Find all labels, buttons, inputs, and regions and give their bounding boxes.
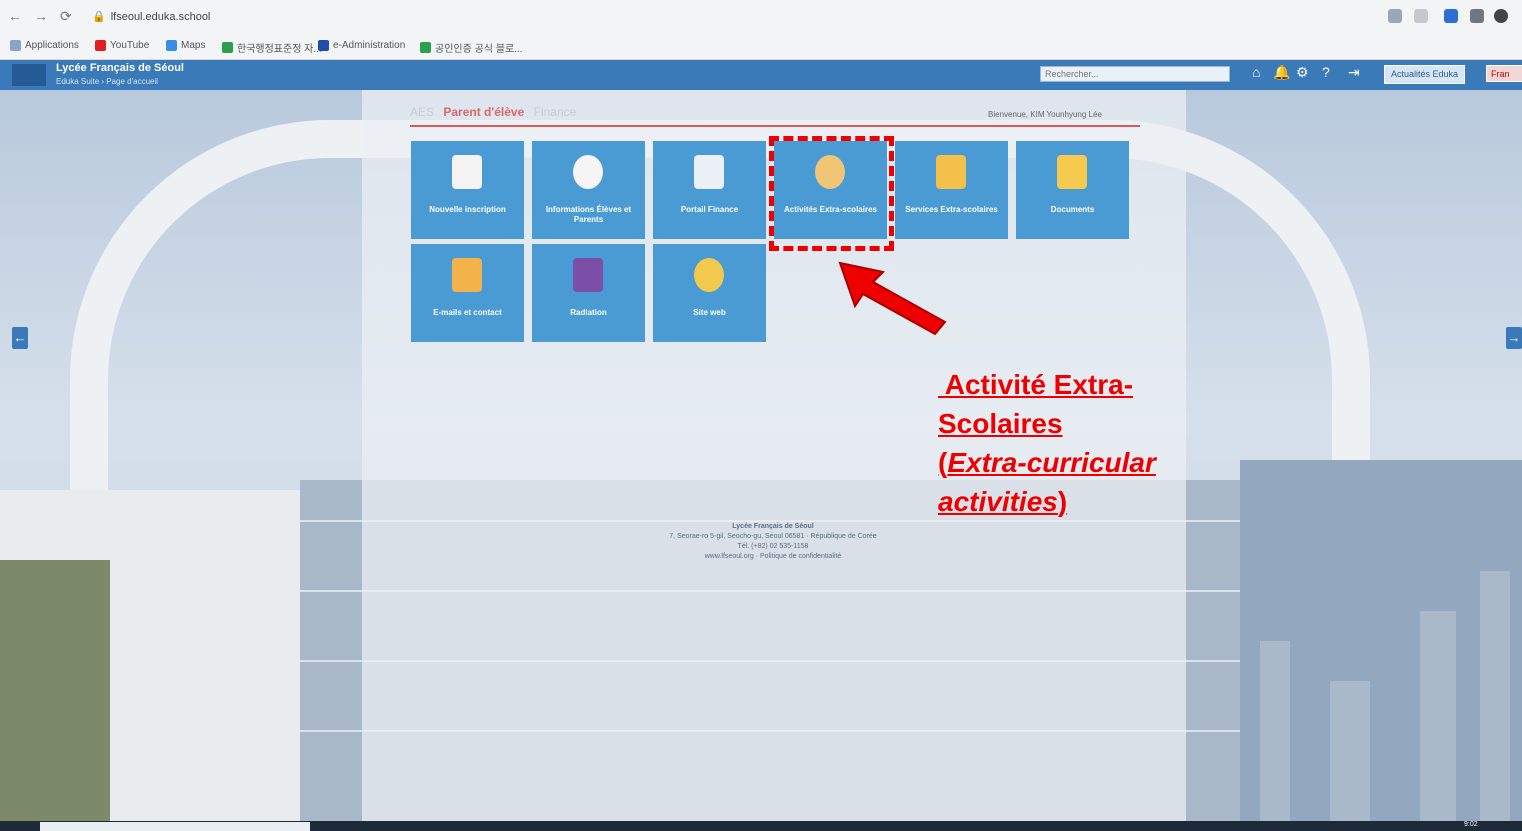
bookmark-label: 한국행정표준정 자... bbox=[237, 44, 322, 55]
extension-icon[interactable] bbox=[1444, 9, 1458, 23]
city-buildings bbox=[1240, 460, 1522, 821]
address-bar[interactable]: 🔒 lfseoul.eduka.school bbox=[92, 10, 210, 23]
tile-label: Site web bbox=[693, 308, 726, 317]
tabs-divider bbox=[410, 125, 1140, 127]
reload-icon[interactable]: ⟳ bbox=[60, 8, 72, 25]
map-pin-icon bbox=[166, 40, 177, 51]
door-exit-icon bbox=[573, 258, 603, 292]
browser-toolbar: ← → ⟳ 🔒 lfseoul.eduka.school bbox=[0, 0, 1522, 35]
bookmark-label: Applications bbox=[25, 40, 79, 51]
folder-icon bbox=[1057, 155, 1087, 189]
tab-finance[interactable]: Finance bbox=[534, 105, 577, 119]
highlight-box bbox=[769, 136, 894, 251]
key-icon[interactable] bbox=[1388, 9, 1402, 23]
tile-label: Services Extra-scolaires bbox=[905, 205, 998, 214]
bookmark-cert-blog[interactable]: 공인인증 공식 블로... bbox=[420, 40, 523, 55]
bookmark-maps[interactable]: Maps bbox=[166, 40, 205, 51]
news-button[interactable]: Actualités Eduka bbox=[1384, 65, 1466, 84]
tile-radiation[interactable]: Radiation bbox=[532, 244, 645, 342]
school-logo[interactable] bbox=[12, 64, 46, 86]
bookmark-label: 공인인증 공식 블로... bbox=[435, 44, 523, 55]
profile-avatar[interactable] bbox=[1494, 9, 1508, 23]
tile-site-web[interactable]: Site web bbox=[653, 244, 766, 342]
home-icon[interactable]: ⌂ bbox=[1252, 64, 1260, 80]
trees bbox=[0, 560, 110, 821]
bookmark-label: YouTube bbox=[110, 40, 150, 51]
forward-icon[interactable]: → bbox=[34, 8, 48, 24]
breadcrumb: Eduka Suite › Page d'accueil bbox=[56, 77, 159, 86]
site-title[interactable]: Lycée Français de Séoul bbox=[56, 62, 184, 74]
tile-label: Portail Finance bbox=[680, 205, 739, 214]
tile-informations[interactable]: Informations Élèves et Parents bbox=[532, 141, 645, 239]
back-icon[interactable]: ← bbox=[8, 8, 22, 24]
bookmark-label: e-Administration bbox=[333, 40, 406, 51]
bookmark-e-admin[interactable]: e-Administration bbox=[318, 40, 405, 51]
annotation-paren: ( bbox=[938, 447, 948, 478]
people-icon bbox=[573, 155, 603, 189]
bookmark-label: Maps bbox=[181, 40, 206, 51]
annotation-italic: Extra-curricular bbox=[947, 447, 1156, 478]
tile-services-extra-scolaires[interactable]: Services Extra-scolaires bbox=[895, 141, 1008, 239]
bell-icon[interactable]: 🔔 bbox=[1273, 64, 1290, 81]
youtube-icon bbox=[95, 40, 106, 51]
tile-nouvelle-inscription[interactable]: Nouvelle inscription bbox=[411, 141, 524, 239]
help-icon[interactable]: ? bbox=[1322, 64, 1330, 80]
bookmark-site-icon bbox=[222, 42, 233, 53]
tile-emails-contact[interactable]: E-mails et contact bbox=[411, 244, 524, 342]
tile-label: E-mails et contact bbox=[433, 308, 502, 317]
url-text: lfseoul.eduka.school bbox=[110, 11, 211, 23]
bookmark-site-icon bbox=[420, 42, 431, 53]
tile-documents[interactable]: Documents bbox=[1016, 141, 1129, 239]
footer-line: Tél. (+82) 02 535-1158 bbox=[737, 543, 809, 550]
settings-icon[interactable]: ⚙ bbox=[1296, 64, 1309, 81]
tile-label: Documents bbox=[1050, 205, 1095, 214]
clipboard-icon bbox=[452, 155, 482, 189]
language-button[interactable]: Fran bbox=[1486, 65, 1522, 82]
callout-arrow-icon bbox=[838, 261, 947, 336]
portal-tabs: AES Parent d'élève Finance bbox=[410, 105, 582, 119]
annotation-line: Activité Extra- bbox=[938, 369, 1134, 400]
footer-line: 7, Seorae-ro 5-gil, Seocho-gu, Séoul 065… bbox=[669, 533, 877, 540]
app-header bbox=[0, 60, 1522, 90]
search-input[interactable] bbox=[1040, 66, 1230, 82]
welcome-message: Bienvenue, KIM Younhyung Lée bbox=[988, 110, 1102, 119]
puzzle-icon[interactable] bbox=[1470, 9, 1484, 23]
star-icon[interactable] bbox=[1414, 9, 1428, 23]
annotation-line: (Extra-curricular bbox=[938, 443, 1156, 482]
annotation-line: Scolaires bbox=[938, 408, 1063, 439]
bookmark-apps[interactable]: Applications bbox=[10, 40, 79, 51]
annotation-label: Activité Extra- Scolaires (Extra-curricu… bbox=[938, 365, 1156, 521]
magnifier-icon bbox=[694, 258, 724, 292]
tab-parent[interactable]: Parent d'élève bbox=[443, 105, 524, 119]
bookmark-korea-gov[interactable]: 한국행정표준정 자... bbox=[222, 40, 322, 55]
annotation-italic: activities bbox=[938, 486, 1058, 517]
school-address: Lycée Français de Séoul 7, Seorae-ro 5-g… bbox=[668, 522, 878, 562]
taskbar-clock: 9:02 bbox=[1464, 821, 1478, 828]
next-arrow-icon[interactable]: → bbox=[1506, 327, 1522, 349]
school-icon bbox=[936, 155, 966, 189]
tile-portail-finance[interactable]: Portail Finance bbox=[653, 141, 766, 239]
annotation-line: activities) bbox=[938, 482, 1156, 521]
tile-label: Nouvelle inscription bbox=[429, 205, 506, 214]
annotation-paren: ) bbox=[1057, 486, 1068, 517]
taskbar-search[interactable] bbox=[40, 822, 310, 831]
footer-link[interactable]: www.lfseoul.org · Politique de confident… bbox=[668, 552, 878, 562]
envelope-icon bbox=[452, 258, 482, 292]
footer-line: Lycée Français de Séoul bbox=[732, 523, 814, 530]
tab-aes[interactable]: AES bbox=[410, 105, 434, 119]
previous-arrow-icon[interactable]: ← bbox=[12, 327, 28, 349]
bookmark-youtube[interactable]: YouTube bbox=[95, 40, 149, 51]
tile-label: Informations Élèves et Parents bbox=[545, 205, 632, 224]
logout-icon[interactable]: ⇥ bbox=[1348, 64, 1360, 81]
apps-grid-icon bbox=[10, 40, 21, 51]
tile-label: Radiation bbox=[570, 308, 607, 317]
calculator-icon bbox=[694, 155, 724, 189]
lock-icon: 🔒 bbox=[92, 11, 106, 23]
bookmark-site-icon bbox=[318, 40, 329, 51]
